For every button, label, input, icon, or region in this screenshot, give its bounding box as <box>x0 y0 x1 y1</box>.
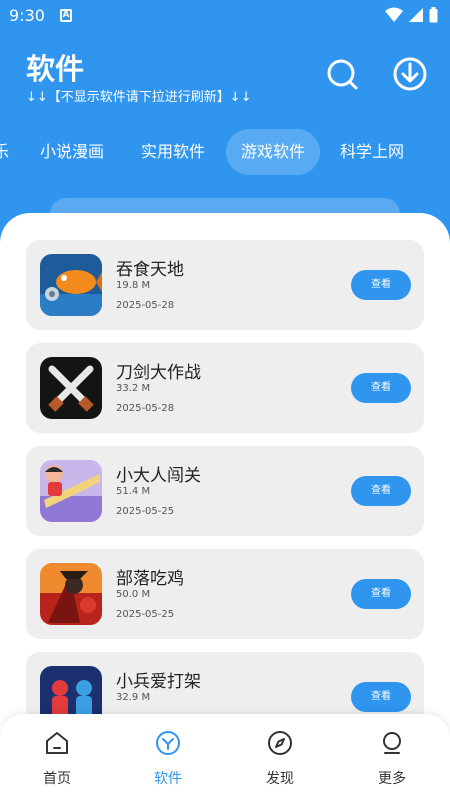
apps-icon <box>156 731 180 755</box>
runner-game-icon <box>40 460 102 522</box>
app-date: 2025-05-28 <box>116 300 175 311</box>
app-size: 33.2 M <box>116 383 151 394</box>
search-icon <box>327 59 358 90</box>
app-size: 19.8 M <box>116 280 151 291</box>
tab-vpn-apps[interactable]: 科学上网 <box>340 129 404 175</box>
category-tabs: 乐 小说漫画 实用软件 游戏软件 科学上网 <box>0 129 450 175</box>
nav-apps-label: 软件 <box>154 771 182 787</box>
nav-home-label: 首页 <box>43 771 71 787</box>
nav-home[interactable]: 首页 <box>22 730 92 788</box>
app-size: 50.0 M <box>116 589 151 600</box>
nav-more-label: 更多 <box>378 771 406 787</box>
app-date: 2025-05-25 <box>116 609 175 620</box>
wifi-icon <box>385 7 403 22</box>
crossed-swords-icon <box>40 357 102 419</box>
app-date: 2025-05-25 <box>116 506 175 517</box>
bottom-nav: 首页 软件 发现 更多 <box>0 714 450 800</box>
notification-icon: A <box>60 9 72 22</box>
tribe-battle-icon <box>40 563 102 625</box>
app-list-panel: 吞食天地 19.8 M 2025-05-28 查看 刀剑大作战 33.2 M 2… <box>0 213 450 800</box>
battery-icon <box>429 7 438 23</box>
page-title: 软件 <box>26 52 85 86</box>
tab-game-apps[interactable]: 游戏软件 <box>226 129 321 175</box>
download-button[interactable] <box>392 56 428 92</box>
app-card[interactable]: 小大人闯关 51.4 M 2025-05-25 查看 <box>26 446 424 536</box>
compass-icon <box>268 731 292 755</box>
app-name: 小兵爱打架 <box>116 672 201 692</box>
app-size: 51.4 M <box>116 486 151 497</box>
view-button[interactable]: 查看 <box>351 373 411 403</box>
app-name: 刀剑大作战 <box>116 363 201 383</box>
nav-discover-label: 发现 <box>266 771 294 787</box>
app-card[interactable]: 刀剑大作战 33.2 M 2025-05-28 查看 <box>26 343 424 433</box>
nav-more[interactable]: 更多 <box>357 730 427 788</box>
tab-novel-comics[interactable]: 小说漫画 <box>40 129 104 175</box>
view-button[interactable]: 查看 <box>351 476 411 506</box>
tab-music[interactable]: 乐 <box>0 129 9 175</box>
app-size: 32.9 M <box>116 692 151 703</box>
more-icon <box>383 732 401 754</box>
home-icon <box>46 732 68 754</box>
status-icons <box>385 7 438 23</box>
app-name: 小大人闯关 <box>116 466 201 486</box>
search-button[interactable] <box>324 56 360 92</box>
nav-discover[interactable]: 发现 <box>245 730 315 788</box>
status-time: 9:30 <box>9 6 45 25</box>
nav-apps[interactable]: 软件 <box>133 730 203 788</box>
view-button[interactable]: 查看 <box>351 682 411 712</box>
app-date: 2025-05-28 <box>116 403 175 414</box>
refresh-hint: ↓↓【不显示软件请下拉进行刷新】↓↓ <box>26 90 252 105</box>
app-card[interactable]: 吞食天地 19.8 M 2025-05-28 查看 <box>26 240 424 330</box>
tab-utility-apps[interactable]: 实用软件 <box>141 129 205 175</box>
download-icon <box>393 57 427 91</box>
view-button[interactable]: 查看 <box>351 270 411 300</box>
signal-icon <box>409 8 423 22</box>
app-name: 吞食天地 <box>116 260 184 280</box>
status-bar: 9:30 A <box>0 0 450 34</box>
fish-game-icon <box>40 254 102 316</box>
view-button[interactable]: 查看 <box>351 579 411 609</box>
app-card[interactable]: 部落吃鸡 50.0 M 2025-05-25 查看 <box>26 549 424 639</box>
app-name: 部落吃鸡 <box>116 569 184 589</box>
